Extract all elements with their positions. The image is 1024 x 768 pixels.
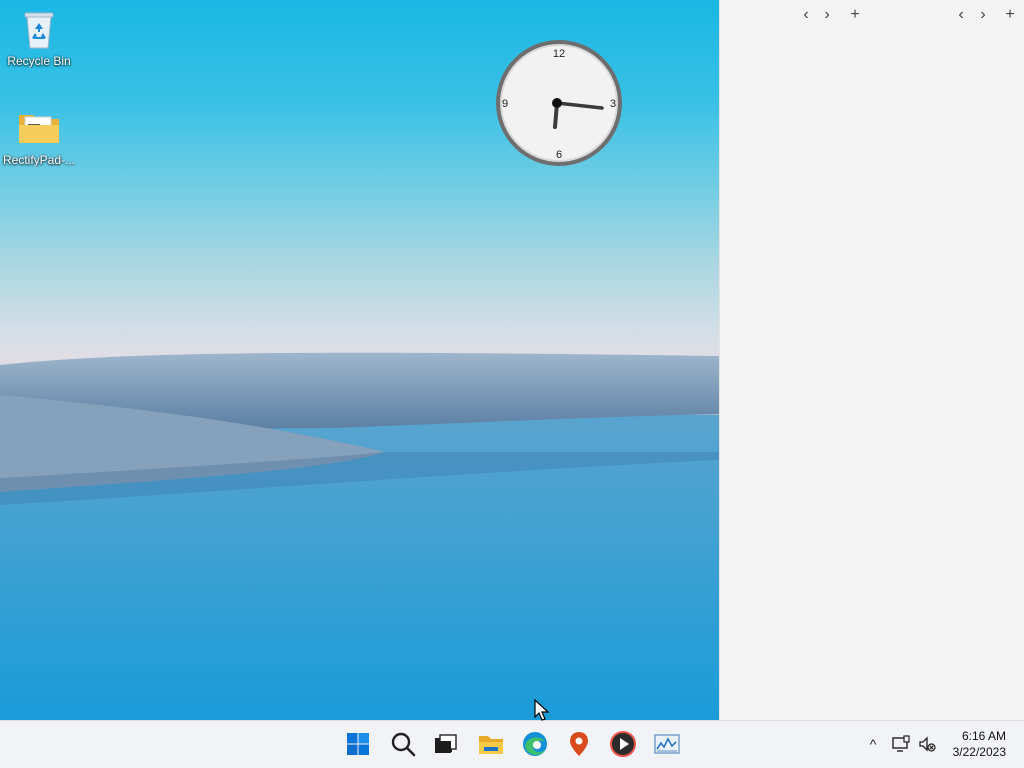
clock-gadget[interactable]: 12 3 6 9 bbox=[494, 38, 624, 168]
mouse-cursor-icon bbox=[534, 699, 550, 721]
desktop-icon-rectifypad[interactable]: RectifyPad-... bbox=[0, 107, 78, 167]
taskbar-date: 3/22/2023 bbox=[952, 745, 1006, 759]
side-panel: ‹ › + ‹ › + bbox=[719, 0, 1024, 720]
search-icon[interactable] bbox=[388, 729, 418, 759]
maps-icon[interactable] bbox=[564, 729, 594, 759]
volume-muted-icon[interactable] bbox=[917, 734, 937, 754]
task-view-icon[interactable] bbox=[430, 729, 460, 759]
recycle-bin-icon bbox=[24, 12, 54, 49]
media-player-icon[interactable] bbox=[608, 729, 638, 759]
panel-back-button-2[interactable]: ‹ bbox=[952, 6, 970, 24]
folder-icon bbox=[19, 115, 59, 143]
clock-numeral-6: 6 bbox=[556, 149, 562, 161]
edge-icon[interactable] bbox=[520, 729, 550, 759]
panel-forward-button-2[interactable]: › bbox=[974, 6, 992, 24]
taskbar-clock[interactable]: 6:16 AM 3/22/2023 bbox=[953, 728, 1006, 760]
clock-numeral-12: 12 bbox=[553, 48, 565, 60]
panel-add-button[interactable]: + bbox=[846, 6, 864, 24]
desktop-icon-label: Recycle Bin bbox=[7, 54, 71, 68]
desktop-icon-recycle-bin[interactable]: Recycle Bin bbox=[0, 8, 78, 68]
tray-overflow-chevron[interactable]: ^ bbox=[863, 734, 883, 754]
file-explorer-icon[interactable] bbox=[476, 729, 506, 759]
desktop-icon-label: RectifyPad-... bbox=[2, 153, 76, 167]
network-icon[interactable] bbox=[891, 734, 911, 754]
clock-numeral-9: 9 bbox=[502, 98, 508, 110]
taskbar: ^ 6:16 AM 3/22/2023 bbox=[0, 720, 1024, 768]
taskbar-time: 6:16 AM bbox=[961, 729, 1006, 743]
panel-forward-button[interactable]: › bbox=[818, 6, 836, 24]
clock-numeral-3: 3 bbox=[610, 98, 616, 110]
start-icon[interactable] bbox=[343, 729, 373, 759]
clock-center-pin bbox=[552, 98, 562, 108]
panel-back-button[interactable]: ‹ bbox=[797, 6, 815, 24]
desktop-wallpaper: Recycle Bin RectifyPad-... 12 3 6 9 bbox=[0, 0, 719, 720]
monitor-app-icon[interactable] bbox=[652, 729, 682, 759]
panel-add-button-2[interactable]: + bbox=[1001, 6, 1019, 24]
